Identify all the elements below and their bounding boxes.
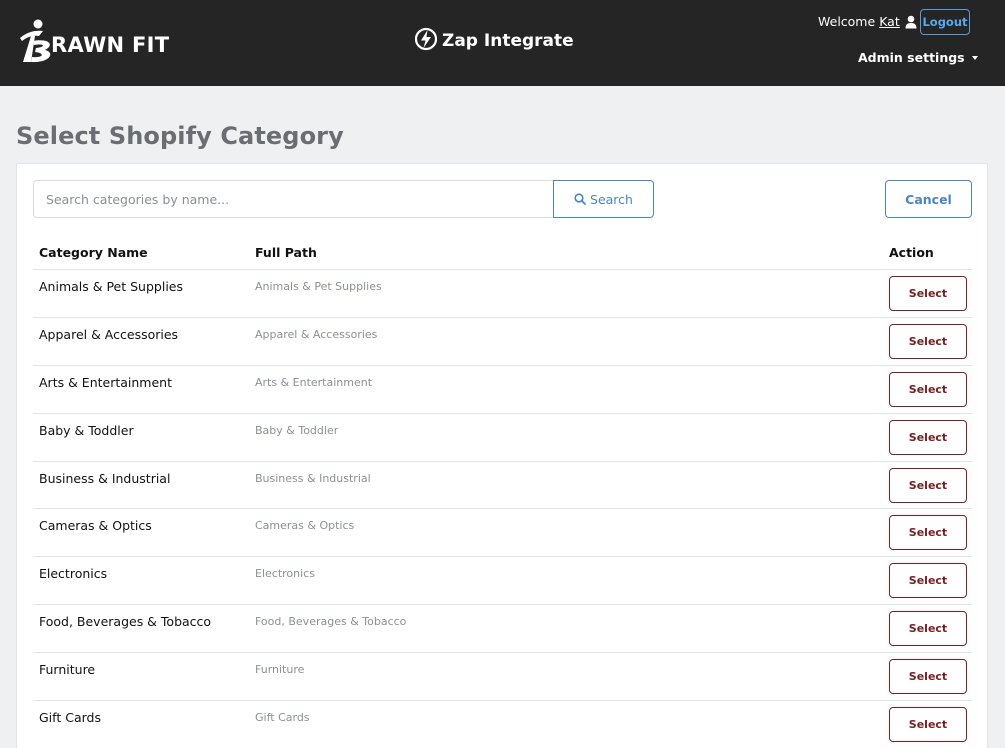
table-row: Electronics Electronics Select	[33, 557, 972, 606]
app-title: Zap Integrate	[414, 27, 574, 55]
header-action: Action	[889, 245, 934, 260]
search-icon	[574, 193, 586, 205]
user-name-link[interactable]: Kat	[879, 14, 900, 29]
brand-name: RAWN FIT	[51, 33, 170, 57]
top-navbar: RAWN FIT Zap Integrate Welcome Kat Logou…	[0, 0, 1005, 86]
full-path-cell: Animals & Pet Supplies	[255, 280, 382, 293]
admin-settings-dropdown[interactable]: Admin settings	[858, 50, 978, 65]
page-title: Select Shopify Category	[16, 122, 344, 150]
category-name-cell: Cameras & Optics	[39, 518, 152, 534]
select-button[interactable]: Select	[889, 467, 967, 503]
select-button[interactable]: Select	[889, 276, 967, 311]
full-path-cell: Baby & Toddler	[255, 423, 339, 437]
table-row: Food, Beverages & Tobacco Food, Beverages…	[33, 605, 972, 654]
category-name-cell: Food, Beverages & Tobacco	[39, 614, 212, 630]
select-button[interactable]: Select	[889, 611, 967, 647]
select-button[interactable]: Select	[889, 707, 967, 743]
table-row: Apparel & Accessories Apparel & Accessori…	[33, 318, 972, 366]
table-row: Baby & Toddler Baby & Toddler Select	[33, 414, 972, 462]
search-button-label: Search	[590, 191, 633, 207]
caret-down-icon	[971, 55, 978, 60]
welcome-label: Welcome	[818, 14, 876, 29]
category-name-cell: Apparel & Accessories	[39, 326, 179, 342]
select-button[interactable]: Select	[889, 515, 967, 551]
select-button[interactable]: Select	[889, 563, 967, 599]
select-button[interactable]: Select	[889, 371, 967, 407]
full-path-cell: Business & Industrial	[255, 471, 371, 485]
category-name-cell: Business & Industrial	[39, 470, 171, 486]
header-full-path: Full Path	[255, 245, 317, 260]
category-name-cell: Electronics	[39, 566, 108, 582]
select-button[interactable]: Select	[889, 323, 967, 359]
search-input[interactable]	[33, 180, 554, 218]
category-card: Search Cancel Category Name Full Path Ac…	[16, 163, 988, 748]
app-name: Zap Integrate	[442, 31, 574, 51]
full-path-cell: Arts & Entertainment	[255, 375, 373, 389]
full-path-cell: Gift Cards	[255, 711, 310, 725]
cancel-button[interactable]: Cancel	[885, 180, 972, 218]
table-row: Cameras & Optics Cameras & Optics Select	[33, 509, 972, 558]
table-row: Business & Industrial Business & Industri…	[33, 462, 972, 510]
welcome-area: Welcome Kat	[818, 14, 917, 29]
search-button[interactable]: Search	[553, 180, 654, 218]
full-path-cell: Apparel & Accessories	[255, 327, 378, 341]
admin-settings-label: Admin settings	[858, 50, 965, 65]
full-path-cell: Food, Beverages & Tobacco	[255, 615, 407, 629]
full-path-cell: Furniture	[255, 663, 305, 677]
category-name-cell: Gift Cards	[39, 710, 101, 726]
full-path-cell: Electronics	[255, 567, 315, 581]
select-button[interactable]: Select	[889, 419, 967, 455]
table-body: Animals & Pet Supplies Animals & Pet Supp…	[33, 270, 972, 748]
category-table: Category Name Full Path Action Animals &…	[33, 234, 972, 748]
brand-logo[interactable]: RAWN FIT	[17, 18, 169, 64]
table-row: Arts & Entertainment Arts & Entertainment…	[33, 366, 972, 414]
header-category-name: Category Name	[39, 245, 148, 260]
brawn-fit-logo-icon	[17, 18, 59, 64]
table-row: Gift Cards Gift Cards Select	[33, 701, 972, 748]
category-name-cell: Animals & Pet Supplies	[39, 279, 183, 294]
logout-button[interactable]: Logout	[920, 9, 970, 35]
table-header: Category Name Full Path Action	[33, 234, 972, 270]
user-icon	[905, 15, 917, 29]
select-button[interactable]: Select	[889, 659, 967, 695]
full-path-cell: Cameras & Optics	[255, 519, 355, 533]
lightning-bolt-icon	[414, 27, 438, 55]
table-row: Furniture Furniture Select	[33, 653, 972, 702]
table-row: Animals & Pet Supplies Animals & Pet Supp…	[33, 270, 972, 318]
category-name-cell: Baby & Toddler	[39, 422, 134, 438]
category-name-cell: Furniture	[39, 662, 96, 678]
category-name-cell: Arts & Entertainment	[39, 374, 172, 390]
